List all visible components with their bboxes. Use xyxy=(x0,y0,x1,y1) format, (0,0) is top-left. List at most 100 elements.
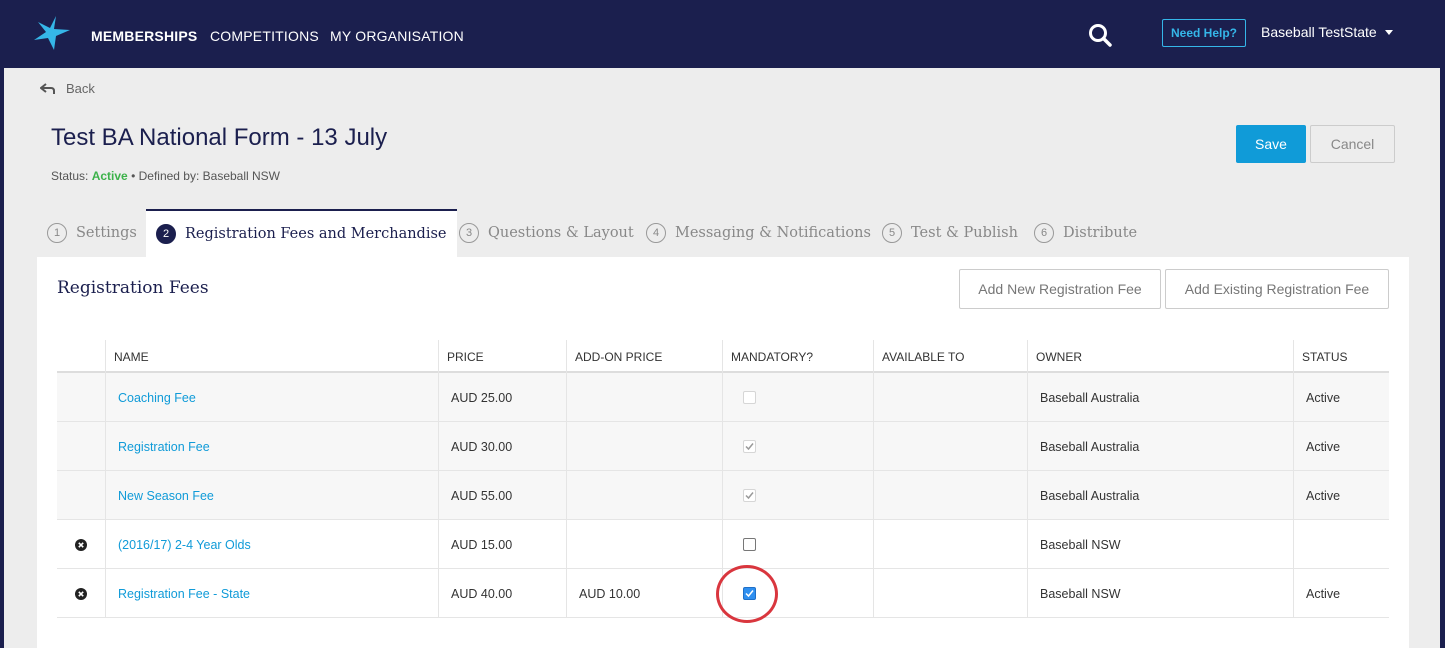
cell-available xyxy=(873,520,1027,569)
cell-name: (2016/17) 2-4 Year Olds xyxy=(105,520,438,569)
table-row: Registration Fee AUD 30.00 Baseball Austra… xyxy=(57,422,1389,471)
tab-registration-fees[interactable]: 2 Registration Fees and Merchandise xyxy=(146,209,457,257)
row-actions-cell xyxy=(57,520,105,569)
table-row: Coaching Fee AUD 25.00 Baseball Australia A… xyxy=(57,373,1389,422)
status-value: Active xyxy=(1306,586,1341,601)
cell-name: New Season Fee xyxy=(105,471,438,520)
header-name[interactable]: NAME xyxy=(105,340,438,373)
tab-questions-layout[interactable]: 3 Questions & Layout xyxy=(459,209,634,257)
table-row: New Season Fee AUD 55.00 Baseball Australi… xyxy=(57,471,1389,520)
tab-step-number: 4 xyxy=(646,223,666,243)
tab-label: Settings xyxy=(76,225,137,241)
mandatory-checkbox xyxy=(743,440,756,453)
cell-available xyxy=(873,422,1027,471)
cell-available xyxy=(873,471,1027,520)
table-header: NAME PRICE ADD-ON PRICE MANDATORY? AVAIL… xyxy=(57,340,1389,373)
row-actions-cell xyxy=(57,422,105,471)
page-content: Back Test BA National Form - 13 July Sta… xyxy=(4,68,1440,648)
defined-by: • Defined by: Baseball NSW xyxy=(131,169,281,183)
add-new-fee-button[interactable]: Add New Registration Fee xyxy=(959,269,1161,309)
remove-circle-icon[interactable] xyxy=(75,587,87,600)
header-actions xyxy=(57,340,105,373)
cell-owner: Baseball Australia xyxy=(1027,373,1293,422)
cell-status: Active xyxy=(1293,422,1389,471)
status-line: Status: Active • Defined by: Baseball NS… xyxy=(51,169,280,183)
back-link[interactable]: Back xyxy=(40,81,95,96)
cell-name: Registration Fee xyxy=(105,422,438,471)
cell-status: Active xyxy=(1293,373,1389,422)
search-icon[interactable] xyxy=(1087,22,1113,48)
cancel-button[interactable]: Cancel xyxy=(1310,125,1395,163)
nav-memberships[interactable]: MEMBERSHIPS xyxy=(91,28,197,44)
fee-name-link[interactable]: Registration Fee - State xyxy=(118,587,250,601)
tab-step-number: 6 xyxy=(1034,223,1054,243)
nav-my-organisation[interactable]: MY ORGANISATION xyxy=(330,28,464,44)
need-help-button[interactable]: Need Help? xyxy=(1162,19,1246,47)
tab-test-publish[interactable]: 5 Test & Publish xyxy=(882,209,1018,257)
fee-name-link[interactable]: New Season Fee xyxy=(118,489,214,503)
tab-label: Distribute xyxy=(1063,225,1138,241)
user-menu[interactable]: Baseball TestState xyxy=(1261,24,1393,40)
owner-value: Baseball Australia xyxy=(1040,390,1140,405)
price-value: AUD 30.00 xyxy=(451,439,513,454)
check-icon xyxy=(745,492,754,500)
mandatory-checkbox xyxy=(743,391,756,404)
cell-addon xyxy=(566,471,722,520)
tab-step-number: 5 xyxy=(882,223,902,243)
cell-price: AUD 40.00 xyxy=(438,569,566,618)
cell-price: AUD 55.00 xyxy=(438,471,566,520)
addon-value: AUD 10.00 xyxy=(579,586,641,601)
table-row: (2016/17) 2-4 Year Olds AUD 15.00 Baseball… xyxy=(57,520,1389,569)
tab-distribute[interactable]: 6 Distribute xyxy=(1034,209,1137,257)
row-actions-cell xyxy=(57,569,105,618)
tab-settings[interactable]: 1 Settings xyxy=(47,209,137,257)
user-name: Baseball TestState xyxy=(1261,24,1377,40)
remove-circle-icon[interactable] xyxy=(75,538,87,551)
cell-owner: Baseball NSW xyxy=(1027,569,1293,618)
panel-title: Registration Fees xyxy=(57,278,209,298)
owner-value: Baseball NSW xyxy=(1040,586,1121,601)
table-row: Registration Fee - State AUD 40.00 AUD 10.… xyxy=(57,569,1389,618)
tab-step-number: 2 xyxy=(156,224,176,244)
cell-status: Active xyxy=(1293,569,1389,618)
row-actions-cell xyxy=(57,373,105,422)
star-logo-icon[interactable] xyxy=(34,16,70,50)
cell-price: AUD 15.00 xyxy=(438,520,566,569)
registration-fees-panel: Registration Fees Add New Registration F… xyxy=(37,257,1409,648)
cell-price: AUD 30.00 xyxy=(438,422,566,471)
cell-owner: Baseball Australia xyxy=(1027,471,1293,520)
status-value: Active xyxy=(1306,390,1341,405)
mandatory-checkbox[interactable] xyxy=(743,587,756,600)
cell-available xyxy=(873,373,1027,422)
cell-addon: AUD 10.00 xyxy=(566,569,722,618)
fee-name-link[interactable]: (2016/17) 2-4 Year Olds xyxy=(118,538,251,552)
tab-step-number: 1 xyxy=(47,223,67,243)
header-price[interactable]: PRICE xyxy=(438,340,566,373)
row-actions-cell xyxy=(57,471,105,520)
page-title: Test BA National Form - 13 July xyxy=(51,124,388,151)
nav-competitions[interactable]: COMPETITIONS xyxy=(210,28,319,44)
tab-label: Messaging & Notifications xyxy=(675,225,871,241)
tab-messaging-notifications[interactable]: 4 Messaging & Notifications xyxy=(646,209,871,257)
cell-name: Registration Fee - State xyxy=(105,569,438,618)
fee-name-link[interactable]: Registration Fee xyxy=(118,440,210,454)
owner-value: Baseball Australia xyxy=(1040,439,1140,454)
check-icon xyxy=(745,443,754,451)
header-available-to[interactable]: AVAILABLE TO xyxy=(873,340,1027,373)
save-button[interactable]: Save xyxy=(1236,125,1306,163)
price-value: AUD 40.00 xyxy=(451,586,513,601)
cell-mandatory xyxy=(722,471,873,520)
header-status[interactable]: STATUS xyxy=(1293,340,1389,373)
cell-status: Active xyxy=(1293,471,1389,520)
cell-price: AUD 25.00 xyxy=(438,373,566,422)
fees-table: NAME PRICE ADD-ON PRICE MANDATORY? AVAIL… xyxy=(57,340,1389,618)
add-existing-fee-button[interactable]: Add Existing Registration Fee xyxy=(1165,269,1389,309)
header-addon-price[interactable]: ADD-ON PRICE xyxy=(566,340,722,373)
owner-value: Baseball Australia xyxy=(1040,488,1140,503)
mandatory-checkbox[interactable] xyxy=(743,538,756,551)
fee-name-link[interactable]: Coaching Fee xyxy=(118,391,196,405)
cell-addon xyxy=(566,422,722,471)
header-mandatory[interactable]: MANDATORY? xyxy=(722,340,873,373)
header-owner[interactable]: OWNER xyxy=(1027,340,1293,373)
back-label: Back xyxy=(66,81,95,96)
